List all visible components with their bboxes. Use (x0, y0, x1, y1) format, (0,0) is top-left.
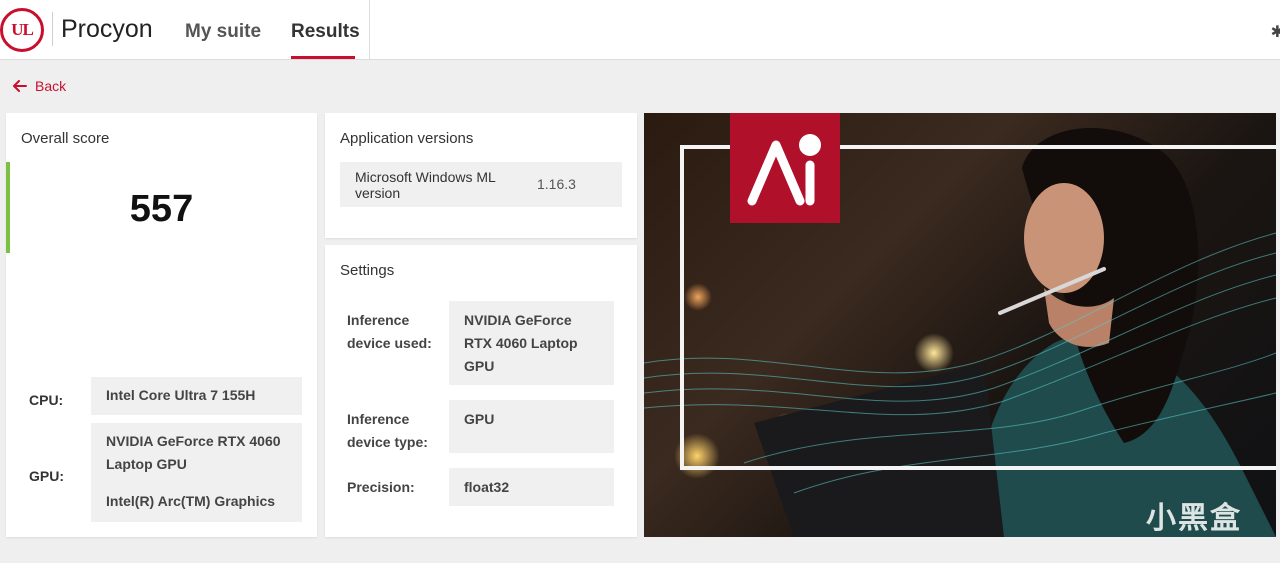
inference-device-type-label: Inference device type: (347, 411, 428, 450)
inference-device-used-label: Inference device used: (347, 312, 432, 351)
active-tab-indicator (291, 56, 355, 59)
tab-my-suite[interactable]: My suite (185, 21, 261, 43)
gpu-value-secondary: Intel(R) Arc(TM) Graphics (106, 493, 276, 509)
precision-value: float32 (464, 479, 510, 495)
arrow-left-icon (13, 80, 27, 92)
tab-results[interactable]: Results (291, 21, 360, 43)
application-versions-card: Application versions Microsoft Windows M… (325, 113, 637, 238)
version-value: 1.16.3 (537, 176, 576, 192)
gpu-value-primary: NVIDIA GeForce RTX 4060 Laptop GPU (106, 433, 281, 472)
inference-device-used-value: NVIDIA GeForce RTX 4060 Laptop GPU (464, 312, 578, 374)
application-versions-title: Application versions (340, 130, 474, 147)
inference-device-used-value-box: NVIDIA GeForce RTX 4060 Laptop GPU (449, 301, 614, 385)
settings-card: Settings Inference device used: NVIDIA G… (325, 245, 637, 537)
cpu-value-box: Intel Core Ultra 7 155H (91, 377, 302, 415)
top-bar: UL Procyon My suite Results ✱ (0, 0, 1280, 60)
inference-device-type-value-box: GPU (449, 400, 614, 453)
cpu-label: CPU: (29, 392, 64, 408)
gear-icon[interactable]: ✱ (1271, 22, 1280, 42)
ai-logo-icon (747, 134, 821, 206)
version-row: Microsoft Windows ML version 1.16.3 (340, 162, 622, 207)
settings-title: Settings (340, 262, 395, 279)
ul-logo-text: UL (11, 20, 34, 39)
cpu-value: Intel Core Ultra 7 155H (106, 387, 256, 403)
back-label: Back (35, 78, 67, 94)
precision-label: Precision: (347, 479, 415, 495)
ai-badge (730, 113, 840, 223)
inference-device-type-value: GPU (464, 411, 495, 427)
gpu-label: GPU: (29, 468, 64, 484)
hero-image: 小黑盒 (644, 113, 1276, 537)
precision-value-box: float32 (449, 468, 614, 506)
overall-score-card: Overall score 557 CPU: Intel Core Ultra … (6, 113, 317, 537)
ul-logo: UL (0, 8, 44, 52)
overall-score-title: Overall score (21, 130, 110, 147)
back-link[interactable]: Back (13, 78, 66, 94)
nav-divider (369, 0, 370, 60)
overall-score-value: 557 (129, 188, 194, 230)
logo-divider (52, 12, 53, 46)
app-title: Procyon (61, 15, 153, 43)
version-name: Microsoft Windows ML version (355, 169, 496, 201)
gpu-value-box: NVIDIA GeForce RTX 4060 Laptop GPU Intel… (91, 423, 302, 522)
watermark: 小黑盒 (1146, 501, 1242, 536)
